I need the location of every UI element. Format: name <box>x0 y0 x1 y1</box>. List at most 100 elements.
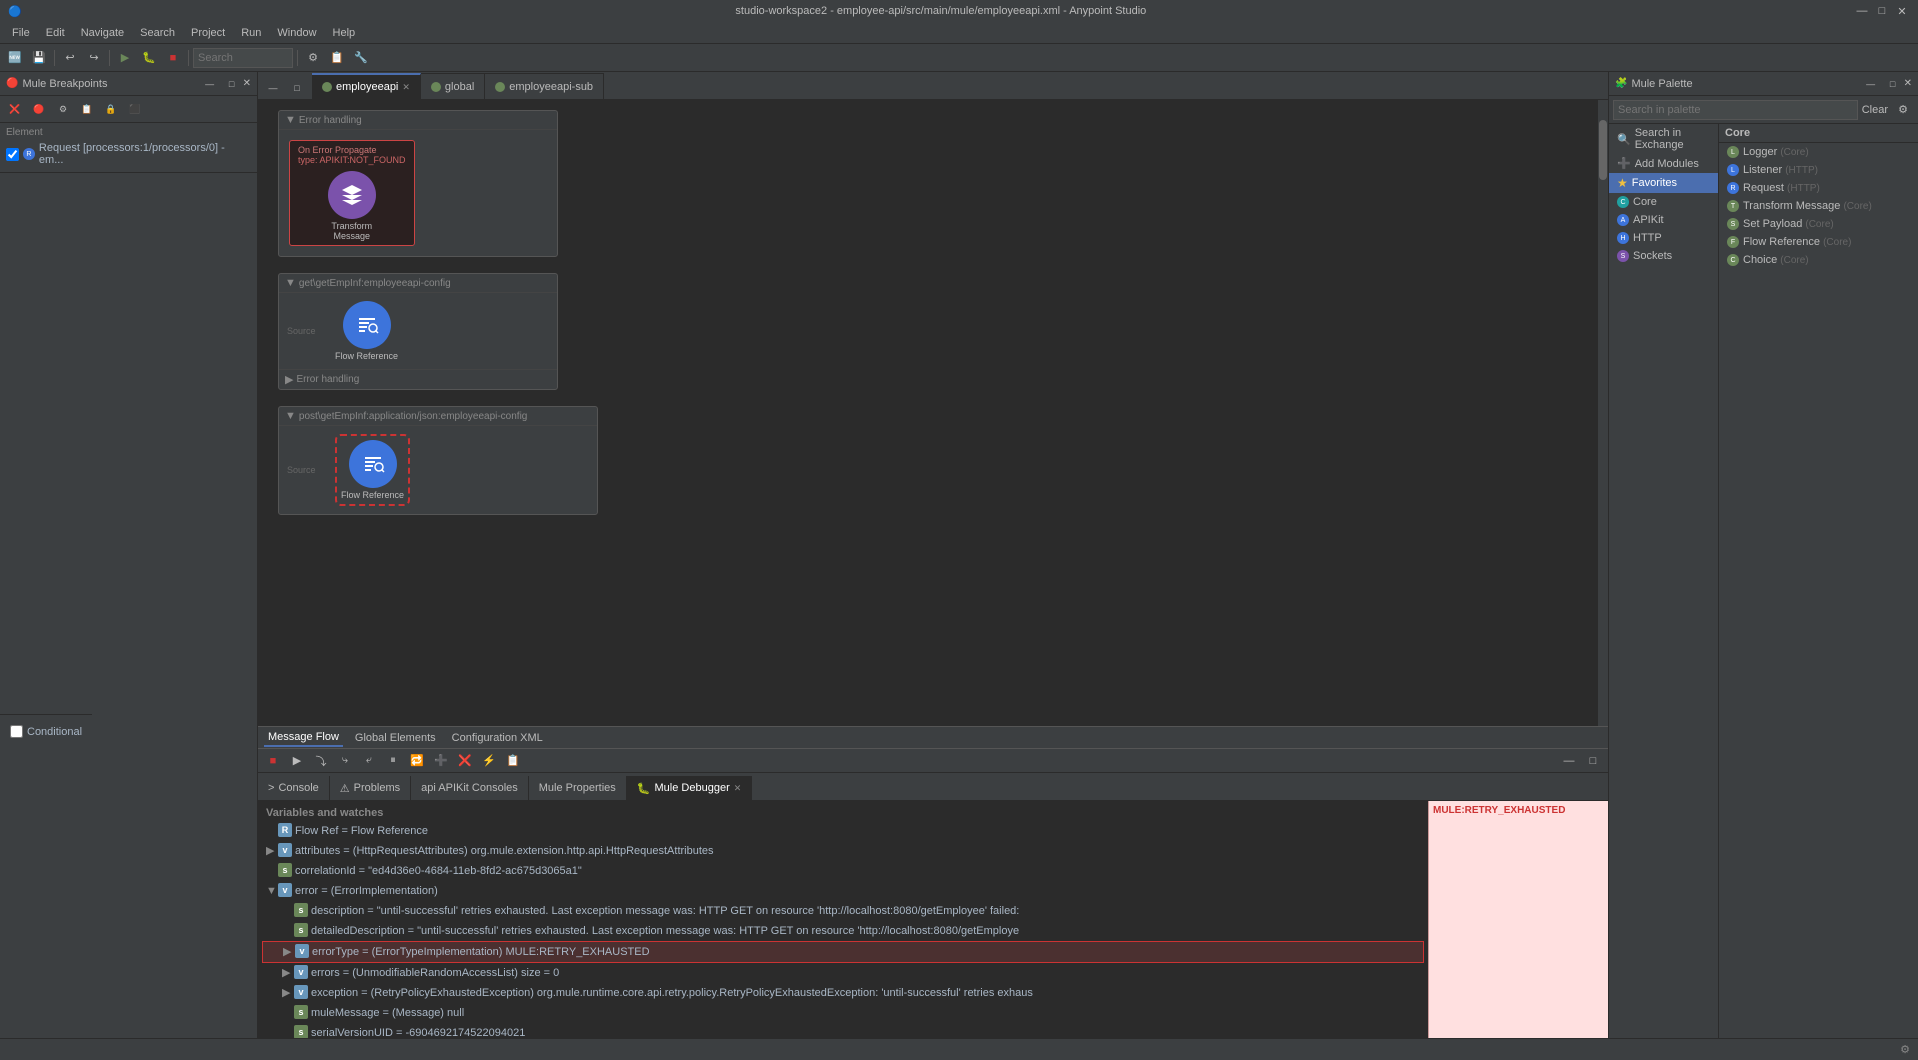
palette-item-flow-reference[interactable]: F Flow Reference (Core) <box>1719 233 1918 251</box>
debug-resume-btn[interactable]: ▶ <box>286 750 308 772</box>
menu-edit[interactable]: Edit <box>38 25 73 41</box>
expand-error[interactable]: ▼ <box>266 883 278 899</box>
tab-employeeapi[interactable]: employeeapi ✕ <box>312 73 421 99</box>
element-checkbox[interactable] <box>6 148 19 161</box>
var-error-type[interactable]: ▶ v errorType = (ErrorTypeImplementation… <box>262 941 1424 963</box>
editor-minimize[interactable]: — <box>262 77 284 99</box>
palette-item-apikit[interactable]: A APIKit <box>1609 211 1718 229</box>
bp-btn-6[interactable]: ⬛ <box>124 98 146 120</box>
var-serial[interactable]: s serialVersionUID = -690469217452209402… <box>262 1023 1424 1038</box>
tab-global[interactable]: global <box>421 73 485 99</box>
canvas-scroll[interactable]: ▼ Error handling On Error Propagate type… <box>258 100 1608 726</box>
debug-btn-9[interactable]: ⚡ <box>478 750 500 772</box>
status-icon-right[interactable]: ⚙ <box>1900 1043 1910 1056</box>
flow-tab-message-flow[interactable]: Message Flow <box>264 729 343 747</box>
var-mule-message[interactable]: s muleMessage = (Message) null <box>262 1003 1424 1023</box>
palette-settings-btn[interactable]: ⚙ <box>1892 99 1914 121</box>
palette-search-input[interactable] <box>1613 100 1858 120</box>
toolbar-debug[interactable]: 🐛 <box>138 47 160 69</box>
expand-flow-ref[interactable] <box>266 823 278 839</box>
expand-description[interactable] <box>282 903 294 919</box>
tab-apikit-consoles[interactable]: api APIKit Consoles <box>411 776 529 800</box>
debug-btn-7[interactable]: ➕ <box>430 750 452 772</box>
toolbar-stop[interactable]: ■ <box>162 47 184 69</box>
expand-exception[interactable]: ▶ <box>282 985 294 1001</box>
var-attributes[interactable]: ▶ v attributes = (HttpRequestAttributes)… <box>262 841 1424 861</box>
bp-btn-3[interactable]: ⚙ <box>52 98 74 120</box>
search-input[interactable] <box>193 48 293 68</box>
palette-close[interactable]: ✕ <box>1904 78 1912 89</box>
tab-console[interactable]: > Console <box>258 776 330 800</box>
flow-reference-error-box[interactable]: Flow Reference <box>335 434 410 506</box>
expand-error-type[interactable]: ▶ <box>283 944 295 960</box>
flow-tab-configuration-xml[interactable]: Configuration XML <box>448 730 547 746</box>
palette-item-listener[interactable]: L Listener (HTTP) <box>1719 161 1918 179</box>
toolbar-run[interactable]: ▶ <box>114 47 136 69</box>
palette-item-http[interactable]: H HTTP <box>1609 229 1718 247</box>
toolbar-btn-extra2[interactable]: 📋 <box>326 47 348 69</box>
variables-list[interactable]: Variables and watches R Flow Ref = Flow … <box>258 801 1428 1038</box>
var-detailed-desc[interactable]: s detailedDescription = "until-successfu… <box>262 921 1424 941</box>
expand-detailed[interactable] <box>282 923 294 939</box>
tab-problems[interactable]: ⚠ Problems <box>330 776 411 800</box>
debugger-close[interactable]: ✕ <box>734 783 742 794</box>
palette-item-logger[interactable]: L Logger (Core) <box>1719 143 1918 161</box>
bp-btn-1[interactable]: ❌ <box>4 98 26 120</box>
debug-minimize[interactable]: — <box>1558 750 1580 772</box>
tab-close-employeeapi[interactable]: ✕ <box>402 82 410 93</box>
bp-btn-4[interactable]: 📋 <box>76 98 98 120</box>
var-correlationid[interactable]: s correlationId = "ed4d36e0-4684-11eb-8f… <box>262 861 1424 881</box>
tab-employeeapi-sub[interactable]: employeeapi-sub <box>485 73 604 99</box>
toolbar-btn-extra1[interactable]: ⚙ <box>302 47 324 69</box>
palette-item-core[interactable]: C Core <box>1609 193 1718 211</box>
palette-minimize[interactable]: — <box>1860 73 1882 95</box>
conditional-checkbox[interactable] <box>10 725 23 738</box>
palette-item-request[interactable]: R Request (HTTP) <box>1719 179 1918 197</box>
menu-window[interactable]: Window <box>269 25 324 41</box>
expand-correlationid[interactable] <box>266 863 278 879</box>
palette-item-add-modules[interactable]: ➕ Add Modules <box>1609 154 1718 173</box>
flow-tab-global-elements[interactable]: Global Elements <box>351 730 440 746</box>
toolbar-save[interactable]: 💾 <box>28 47 50 69</box>
palette-item-choice[interactable]: C Choice (Core) <box>1719 251 1918 269</box>
debug-btn-10[interactable]: 📋 <box>502 750 524 772</box>
menu-project[interactable]: Project <box>183 25 233 41</box>
breakpoints-maximize[interactable]: □ <box>221 73 243 95</box>
toolbar-btn-extra3[interactable]: 🔧 <box>350 47 372 69</box>
palette-item-transform[interactable]: T Transform Message (Core) <box>1719 197 1918 215</box>
menu-help[interactable]: Help <box>325 25 364 41</box>
debug-step-prev-btn[interactable]: ⤶ <box>358 750 380 772</box>
toolbar-redo[interactable]: ↪ <box>83 47 105 69</box>
var-flow-ref[interactable]: R Flow Ref = Flow Reference <box>262 821 1424 841</box>
menu-file[interactable]: File <box>4 25 38 41</box>
flow-reference-node-post[interactable]: Flow Reference <box>341 440 404 500</box>
debug-step-next-btn[interactable]: ⤷ <box>334 750 356 772</box>
close-btn[interactable]: ✕ <box>1894 3 1910 19</box>
minimize-btn[interactable]: — <box>1854 3 1870 19</box>
debug-stop-btn[interactable]: ■ <box>262 750 284 772</box>
bp-btn-5[interactable]: 🔒 <box>100 98 122 120</box>
debug-btn-5[interactable]: ⏸ <box>382 750 404 772</box>
debug-step-over-btn[interactable]: ⤵ <box>310 750 332 772</box>
palette-clear-btn[interactable]: Clear <box>1858 104 1892 116</box>
debug-btn-6[interactable]: 🔁 <box>406 750 428 772</box>
breakpoints-close[interactable]: ✕ <box>243 78 251 89</box>
palette-item-set-payload[interactable]: S Set Payload (Core) <box>1719 215 1918 233</box>
tab-mule-properties[interactable]: Mule Properties <box>529 776 627 800</box>
var-error[interactable]: ▼ v error = (ErrorImplementation) <box>262 881 1424 901</box>
var-exception[interactable]: ▶ v exception = (RetryPolicyExhaustedExc… <box>262 983 1424 1003</box>
transform-message-node[interactable]: TransformMessage <box>328 171 376 241</box>
debug-maximize[interactable]: □ <box>1582 750 1604 772</box>
maximize-btn[interactable]: □ <box>1874 3 1890 19</box>
toolbar-new[interactable]: 🆕 <box>4 47 26 69</box>
expand-errors[interactable]: ▶ <box>282 965 294 981</box>
menu-run[interactable]: Run <box>233 25 269 41</box>
expand-attributes[interactable]: ▶ <box>266 843 278 859</box>
menu-navigate[interactable]: Navigate <box>73 25 132 41</box>
palette-item-search-exchange[interactable]: 🔍 Search in Exchange <box>1609 124 1718 154</box>
toolbar-undo[interactable]: ↩ <box>59 47 81 69</box>
debug-btn-8[interactable]: ❌ <box>454 750 476 772</box>
expand-serial[interactable] <box>282 1025 294 1038</box>
editor-maximize[interactable]: □ <box>286 77 308 99</box>
palette-item-sockets[interactable]: S Sockets <box>1609 247 1718 265</box>
